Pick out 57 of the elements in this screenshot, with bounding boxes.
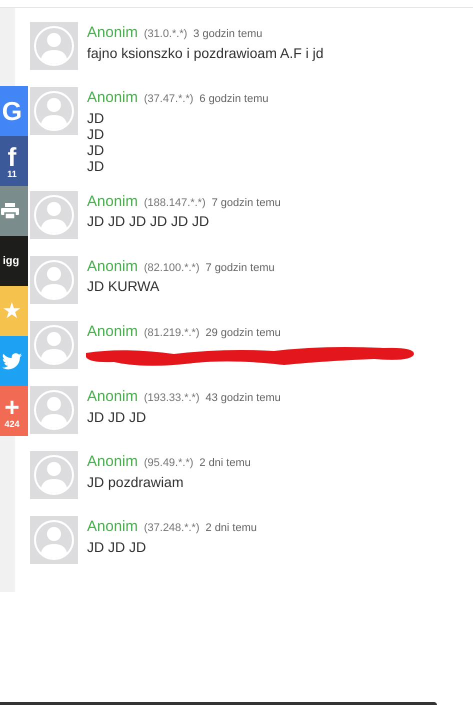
ip-address: (188.147.*.*) — [144, 196, 206, 210]
more-share-button[interactable]: + 424 — [0, 386, 28, 436]
avatar-placeholder — [30, 256, 78, 304]
avatar-placeholder — [30, 320, 78, 368]
author-name: Anonim — [87, 387, 138, 407]
comment-time: 2 dni temu — [199, 456, 251, 471]
ip-address: (81.219.*.*) — [144, 326, 200, 340]
comment-text: JD JD JD — [87, 538, 148, 554]
avatar-placeholder — [30, 386, 78, 434]
comment-time: 7 godzin temu — [206, 260, 275, 276]
ip-address: (95.49.*.*) — [144, 456, 194, 471]
google-share-button[interactable]: G — [0, 86, 28, 136]
author-name: Anonim — [87, 192, 138, 212]
comment-text: JD JD JD — [87, 408, 148, 424]
author-name: Anonim — [87, 452, 138, 472]
favorite-glyph: ★ — [2, 300, 22, 322]
facebook-glyph: f — [8, 144, 16, 170]
ip-address: (82.100.*.*) — [144, 260, 200, 276]
digg-share-button[interactable]: igg — [0, 236, 28, 286]
facebook-share-button[interactable]: f 11 — [0, 136, 28, 186]
digg-label: igg — [2, 256, 20, 266]
bird-icon — [2, 352, 22, 370]
avatar-placeholder — [30, 22, 78, 70]
comment-time: 7 godzin temu — [212, 196, 281, 210]
comment-text: JD JD JD JD JD JD — [87, 213, 210, 229]
author-name: Anonim — [87, 23, 138, 43]
share-count: 424 — [4, 420, 20, 428]
avatar-placeholder — [30, 451, 78, 499]
ip-address: (37.248.*.*) — [144, 521, 200, 536]
twitter-share-button[interactable] — [0, 336, 28, 386]
comment-text: JD pozdrawiam — [87, 474, 184, 490]
avatar-placeholder — [30, 87, 78, 135]
author-name: Anonim — [87, 322, 138, 342]
author-name: Anonim — [87, 256, 138, 276]
comment-time: 3 godzin temu — [193, 27, 262, 42]
ip-address: (37.47.*.*) — [144, 92, 194, 107]
ip-address: (31.0.*.*) — [144, 27, 188, 42]
comment-text: fajno ksionszko i pozdrawioam A.F i jd — [87, 44, 325, 60]
comment-time: 29 godzin temu — [206, 326, 281, 340]
comment-time: 2 dni temu — [206, 521, 257, 536]
avatar-placeholder — [30, 516, 78, 564]
comment-time: 6 godzin temu — [199, 92, 268, 107]
comment-text: JD — [87, 142, 106, 158]
more-glyph: + — [4, 394, 20, 420]
comment-text: JD — [87, 110, 106, 126]
share-count: 11 — [7, 170, 17, 178]
comment-text: JD — [87, 158, 106, 174]
comment-text: JD — [87, 126, 106, 142]
avatar-placeholder — [30, 190, 78, 238]
comment-text: JD KURWA — [87, 278, 160, 294]
printer-icon — [1, 203, 19, 219]
google-glyph: G — [2, 98, 22, 124]
comment-time: 43 godzin temu — [206, 391, 281, 406]
author-name: Anonim — [87, 517, 138, 537]
ip-address: (193.33.*.*) — [144, 391, 200, 406]
print-button[interactable] — [0, 186, 28, 236]
author-name: Anonim — [87, 88, 138, 108]
